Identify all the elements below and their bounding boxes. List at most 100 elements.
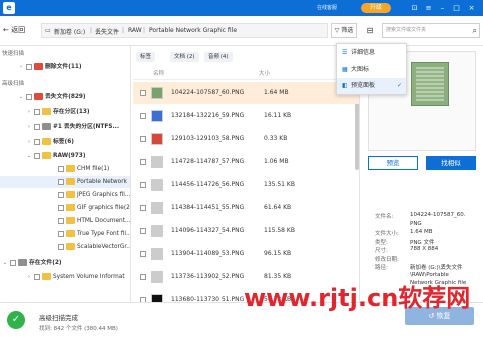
checkbox[interactable]	[10, 260, 16, 266]
checkbox[interactable]	[34, 274, 40, 280]
back-button[interactable]: ← 返回	[3, 25, 25, 35]
checkbox[interactable]	[140, 251, 146, 257]
checkbox[interactable]	[58, 192, 64, 198]
file-row[interactable]: 114728-114787_57.PNG 1.06 MB	[133, 151, 359, 173]
close-icon[interactable]: ×	[467, 3, 476, 13]
checkbox[interactable]	[58, 244, 64, 250]
menu-item-details[interactable]: ☰ 详细信息	[337, 45, 406, 61]
chip-audio[interactable]: 音频 (4)	[204, 52, 233, 62]
search-icon[interactable]: ⌕	[473, 24, 477, 37]
checkbox[interactable]	[58, 231, 64, 237]
column-size[interactable]: 大小	[259, 68, 270, 80]
tree-item-chm[interactable]: CHM file(1)	[0, 163, 130, 175]
online-support-link[interactable]: 在线客服	[317, 4, 337, 11]
tree-label: JPEG Graphics fil...	[77, 192, 131, 198]
preview-image	[411, 62, 449, 106]
checkbox[interactable]	[140, 159, 146, 165]
checkbox[interactable]	[58, 179, 64, 185]
tree-item-jpeg[interactable]: JPEG Graphics fil...	[0, 189, 131, 201]
file-row[interactable]: 114456-114726_56.PNG 135.51 KB	[133, 174, 359, 196]
file-row[interactable]: 129103-129103_58.PNG 0.33 KB	[133, 128, 359, 150]
tree-label: GIF graphics file(2	[77, 205, 130, 211]
checkbox[interactable]	[58, 166, 64, 172]
filter-label: 筛选	[341, 27, 354, 34]
checkbox[interactable]	[34, 139, 40, 145]
checkbox[interactable]	[140, 182, 146, 188]
breadcrumb-raw[interactable]: RAW	[128, 27, 142, 34]
checkbox[interactable]	[34, 124, 40, 130]
breadcrumb: ▭ 新加卷 (G:) | 丢失文件 | RAW | Portable Netwo…	[41, 23, 328, 38]
info-value: 新加卷 (G:)\丢失文件	[410, 265, 463, 271]
collapse-icon[interactable]: ›	[26, 271, 32, 283]
file-thumbnail	[151, 271, 163, 283]
tree-label: CHM file(1)	[77, 166, 110, 172]
expand-icon[interactable]: ⌄	[2, 257, 8, 269]
menu-icon[interactable]: ≡	[424, 3, 433, 13]
tree-item-lost[interactable]: ⌄ 丢失文件(829)	[0, 91, 130, 103]
checkbox[interactable]	[140, 228, 146, 234]
file-size: 16.11 KB	[264, 112, 292, 119]
file-size: 115.58 KB	[264, 227, 295, 234]
checkbox[interactable]	[140, 274, 146, 280]
preview-button[interactable]: 预览	[368, 156, 418, 170]
file-row[interactable]: 114384-114451_55.PNG 61.64 KB	[133, 197, 359, 219]
tree-item-existing-partition[interactable]: › 存在分区(13)	[0, 106, 130, 118]
tree-item-gif[interactable]: GIF graphics file(2	[0, 202, 130, 214]
view-toggle-icon[interactable]: ⊟	[364, 24, 376, 37]
maximize-icon[interactable]: □	[452, 3, 461, 13]
minimize-icon[interactable]: –	[438, 3, 447, 13]
breadcrumb-drive[interactable]: 新加卷 (G:)	[54, 27, 85, 36]
folder-icon	[42, 108, 51, 115]
file-row[interactable]: 132184-132216_59.PNG 16.11 KB	[133, 105, 359, 127]
menu-item-preview-pane[interactable]: ◧ 预览面板 ✓	[337, 78, 406, 94]
checkbox[interactable]	[58, 205, 64, 211]
filter-button[interactable]: ▽ 筛选	[331, 23, 357, 38]
folder-icon	[66, 165, 75, 172]
check-icon: ✓	[396, 82, 402, 89]
preview-pane-icon: ◧	[342, 82, 348, 89]
tree-item-html[interactable]: HTML Document...	[0, 215, 130, 227]
tree-item-svg[interactable]: ScalableVectorGr...	[0, 241, 130, 253]
expand-icon[interactable]: ⌄	[26, 150, 32, 162]
collapse-icon[interactable]: ›	[26, 136, 32, 148]
search-input[interactable]: 搜索文件或文件夹 ⌕	[382, 23, 480, 38]
file-thumbnail	[151, 87, 163, 99]
chip-tags[interactable]: 标签	[136, 52, 156, 62]
checkbox[interactable]	[34, 153, 40, 159]
find-similar-button[interactable]: 找相似	[426, 156, 476, 170]
file-row[interactable]: 114096-114327_54.PNG 115.58 KB	[133, 220, 359, 242]
tree-item-ttf[interactable]: True Type Font fil...	[0, 228, 130, 240]
checkbox[interactable]	[140, 90, 146, 96]
tree-item-png[interactable]: Portable Network	[0, 176, 130, 188]
breadcrumb-lost-files[interactable]: 丢失文件	[95, 27, 119, 36]
folder-icon	[66, 204, 75, 211]
tree-item-lost-partition[interactable]: › #1 丢失的分区(NTFS...	[0, 121, 130, 133]
checkbox[interactable]	[140, 113, 146, 119]
cart-icon[interactable]: ⊡	[410, 3, 419, 13]
breadcrumb-png[interactable]: Portable Network Graphic file	[149, 27, 237, 34]
checkbox[interactable]	[26, 64, 32, 70]
checkbox[interactable]	[58, 218, 64, 224]
checkbox[interactable]	[140, 205, 146, 211]
menu-item-large-icons[interactable]: ▦ 大图标	[337, 62, 406, 78]
collapse-icon[interactable]: ›	[18, 61, 24, 73]
checkbox[interactable]	[140, 136, 146, 142]
tree-item-raw[interactable]: ⌄ RAW(973)	[0, 150, 130, 162]
title-bar: e 在线客服 升级 ⊡ ≡ – □ ×	[0, 0, 483, 16]
tree-item-existing-files[interactable]: ⌄ 存在文件(2)	[0, 257, 130, 269]
upgrade-button[interactable]: 升级	[361, 3, 391, 13]
file-row[interactable]: 113904-114089_53.PNG 96.15 KB	[133, 243, 359, 265]
checkbox[interactable]	[26, 94, 32, 100]
collapse-icon[interactable]: ›	[26, 106, 32, 118]
collapse-icon[interactable]: ›	[26, 121, 32, 133]
file-size: 1.06 MB	[264, 158, 289, 165]
chip-documents[interactable]: 文档 (2)	[170, 52, 199, 62]
tree-item-tags[interactable]: › 标签(6)	[0, 136, 130, 148]
expand-icon[interactable]: ⌄	[18, 91, 24, 103]
checkbox[interactable]	[34, 109, 40, 115]
tree-item-sysvol[interactable]: › System Volume Informat	[0, 271, 130, 283]
tree-item-deleted[interactable]: › 删除文件(11)	[0, 61, 130, 73]
column-name[interactable]: 名称	[153, 68, 164, 80]
file-row[interactable]: 104224-107587_60.PNG 1.64 MB	[133, 82, 359, 104]
breadcrumb-sep: |	[143, 27, 146, 34]
